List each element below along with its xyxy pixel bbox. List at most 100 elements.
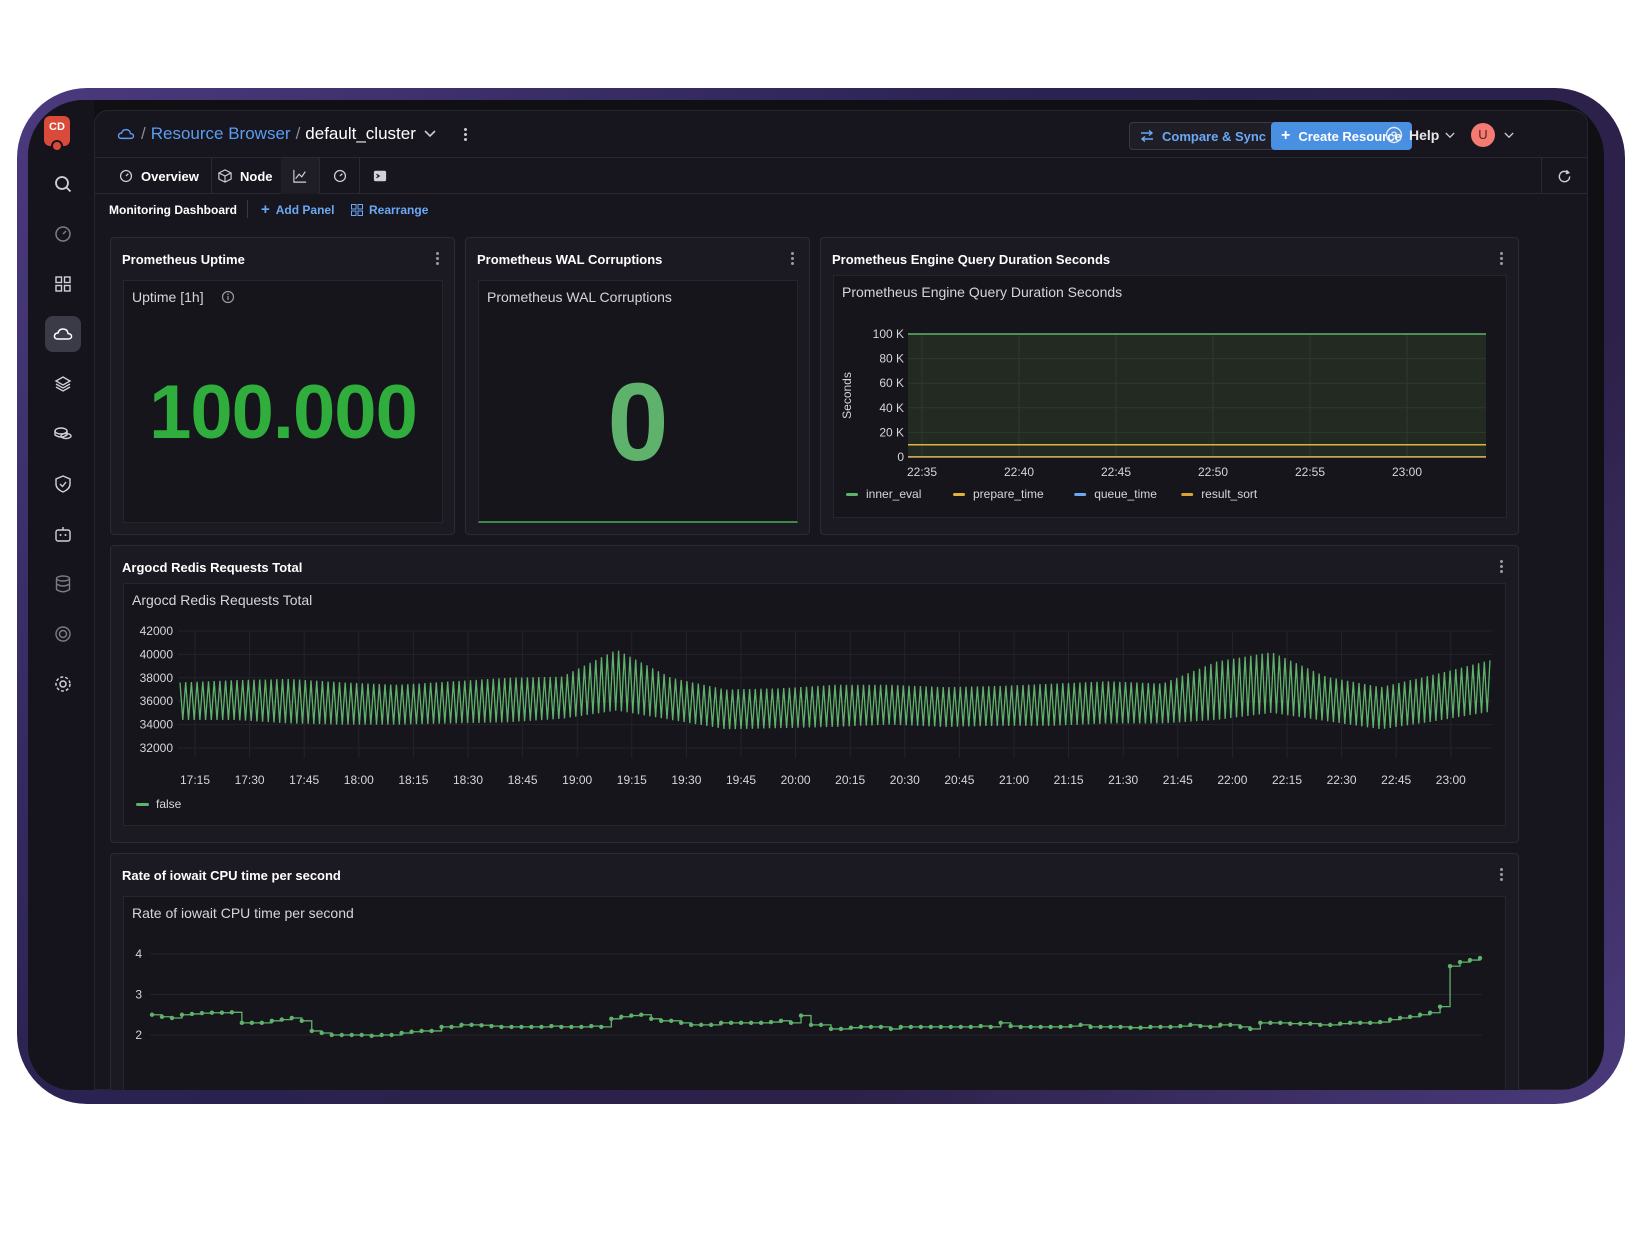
data-point: [828, 1026, 834, 1032]
compare-sync-button[interactable]: Compare & Sync: [1129, 122, 1278, 150]
data-point: [918, 1024, 924, 1030]
chart-container: Prometheus Engine Query Duration Seconds…: [833, 275, 1507, 518]
data-point: [748, 1020, 754, 1026]
layout-grid-icon: [351, 204, 363, 216]
data-point: [1278, 1020, 1283, 1026]
data-point: [239, 1020, 245, 1026]
legend-label: result_sort: [1201, 487, 1258, 501]
data-point: [1158, 1024, 1163, 1030]
y-tick-label: 100 K: [873, 327, 904, 341]
data-point: [1407, 1014, 1413, 1019]
y-tick-label: 36000: [140, 694, 174, 708]
settings-gear-icon[interactable]: [45, 666, 81, 702]
data-point: [609, 1016, 614, 1021]
data-point: [599, 1024, 604, 1030]
panel-menu-icon[interactable]: [1500, 868, 1504, 882]
data-point: [149, 1012, 155, 1017]
data-point: [1188, 1022, 1193, 1028]
tab-events[interactable]: [321, 158, 360, 194]
panel-menu-icon[interactable]: [1500, 252, 1504, 266]
more-options-icon[interactable]: [463, 127, 468, 141]
refresh-icon[interactable]: [1541, 158, 1587, 194]
apps-grid-icon[interactable]: [45, 266, 81, 302]
iowait-chart: 2 3 4: [135, 947, 1483, 1042]
database-icon[interactable]: [45, 566, 81, 602]
info-icon[interactable]: [221, 290, 235, 304]
stat-title: Prometheus WAL Corruptions: [487, 289, 672, 305]
tab-node[interactable]: Node: [206, 158, 286, 194]
dashboard-gauge-icon[interactable]: [45, 216, 81, 252]
bot-icon[interactable]: [45, 516, 81, 552]
panel-argocd-redis-requests: Argocd Redis Requests Total Argocd Redis…: [110, 545, 1519, 843]
data-point: [1248, 1026, 1253, 1032]
data-point: [189, 1011, 195, 1017]
data-point: [379, 1032, 384, 1038]
legend-label: inner_eval: [866, 487, 921, 501]
data-point: [1198, 1023, 1203, 1029]
data-point: [1088, 1024, 1093, 1030]
y-tick-label: 40000: [140, 647, 174, 661]
data-point: [419, 1028, 424, 1034]
panel-menu-icon[interactable]: [1500, 560, 1504, 574]
data-point: [539, 1024, 544, 1030]
app-logo-icon[interactable]: CD: [44, 116, 70, 152]
data-point: [1477, 955, 1483, 961]
stack-coins-icon[interactable]: [45, 416, 81, 452]
data-point: [229, 1010, 235, 1015]
tab-overview[interactable]: Overview: [107, 158, 212, 194]
swap-arrows-icon: [1140, 130, 1154, 142]
redis-chart: 32000 34000 36000 38000 40000 42000 17:15 17:30…: [136, 624, 1492, 811]
data-point: [1328, 1022, 1333, 1028]
panel-menu-icon[interactable]: [791, 252, 795, 266]
x-tick-label: 18:00: [344, 773, 374, 787]
panel-title: Prometheus WAL Corruptions: [477, 252, 663, 267]
data-point: [439, 1024, 444, 1030]
cloud-icon: [117, 128, 135, 140]
panel-title: Argocd Redis Requests Total: [122, 560, 303, 575]
chevron-down-icon[interactable]: [1504, 132, 1514, 139]
user-avatar[interactable]: U: [1471, 123, 1495, 147]
data-point: [1318, 1022, 1323, 1028]
breadcrumb-separator: /: [295, 124, 301, 143]
cluster-selector[interactable]: default_cluster: [305, 124, 416, 144]
data-point: [1018, 1024, 1023, 1030]
add-panel-button[interactable]: + Add Panel: [261, 202, 335, 217]
data-point: [908, 1024, 914, 1030]
rearrange-button[interactable]: Rearrange: [351, 203, 428, 217]
cloud-icon[interactable]: [45, 316, 81, 352]
data-point: [529, 1024, 534, 1030]
panel-menu-icon[interactable]: [436, 252, 440, 266]
data-point: [249, 1020, 255, 1026]
tab-terminal[interactable]: [361, 158, 399, 194]
data-point: [589, 1023, 594, 1029]
data-point: [399, 1030, 404, 1036]
tab-bar: Overview Node: [95, 158, 1587, 194]
data-point: [1288, 1021, 1293, 1026]
data-point: [199, 1010, 205, 1016]
x-tick-label: 22:15: [1272, 773, 1302, 787]
chevron-down-icon[interactable]: [424, 130, 436, 138]
search-icon[interactable]: [45, 166, 81, 202]
data-point: [818, 1022, 824, 1028]
data-point: [848, 1025, 854, 1030]
data-point: [1347, 1020, 1353, 1026]
add-panel-label: Add Panel: [275, 203, 335, 217]
data-point: [309, 1028, 314, 1034]
y-tick-label: 3: [135, 988, 142, 1002]
compare-sync-label: Compare & Sync: [1162, 128, 1267, 144]
top-bar: / Resource Browser / default_cluster Com…: [95, 111, 1587, 158]
data-point: [339, 1032, 344, 1038]
tab-monitoring[interactable]: [281, 158, 320, 194]
ai-knot-icon[interactable]: [45, 616, 81, 652]
shield-check-icon[interactable]: [45, 466, 81, 502]
data-point: [938, 1024, 944, 1030]
terminal-icon: [373, 170, 387, 182]
data-point: [349, 1032, 354, 1038]
layers-icon[interactable]: [45, 366, 81, 402]
breadcrumb-resource-browser[interactable]: Resource Browser: [151, 124, 291, 144]
data-point: [1028, 1024, 1033, 1030]
data-point: [898, 1024, 904, 1030]
help-menu[interactable]: ? Help: [1385, 126, 1455, 144]
dashboard-toolbar: Monitoring Dashboard + Add Panel Rearran…: [95, 194, 1587, 226]
data-point: [928, 1024, 934, 1030]
